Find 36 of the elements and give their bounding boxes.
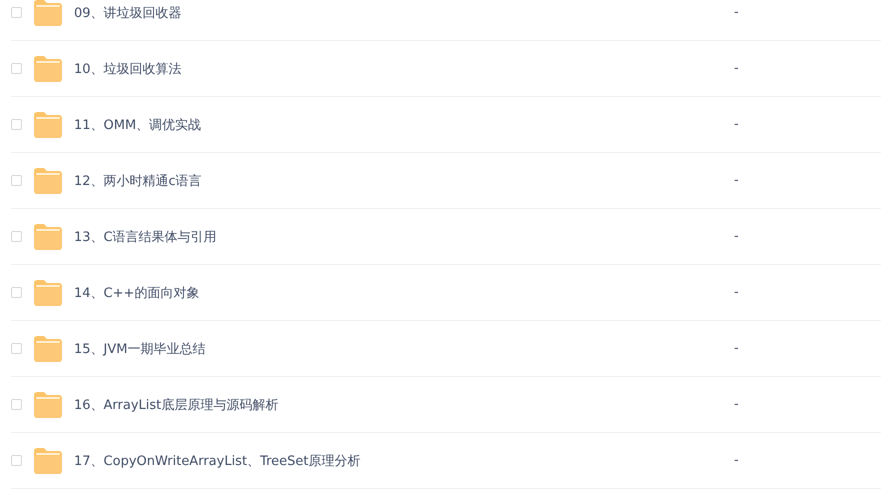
folder-icon bbox=[34, 448, 62, 474]
folder-name[interactable]: 17、CopyOnWriteArrayList、TreeSet原理分析 bbox=[74, 452, 734, 470]
folder-icon bbox=[34, 336, 62, 362]
folder-icon bbox=[34, 56, 62, 82]
folder-icon bbox=[34, 280, 62, 306]
folder-icon bbox=[34, 392, 62, 418]
folder-name[interactable]: 11、OMM、调优实战 bbox=[74, 116, 734, 134]
folder-icon bbox=[34, 168, 62, 194]
folder-name[interactable]: 13、C语言结果体与引用 bbox=[74, 228, 734, 246]
checkbox[interactable] bbox=[11, 231, 22, 242]
file-size: - bbox=[734, 173, 739, 188]
file-size: - bbox=[734, 61, 739, 76]
checkbox[interactable] bbox=[11, 119, 22, 130]
folder-name[interactable]: 14、C++的面向对象 bbox=[74, 284, 734, 302]
folder-name[interactable]: 15、JVM一期毕业总结 bbox=[74, 340, 734, 358]
folder-icon bbox=[34, 224, 62, 250]
folder-name[interactable]: 09、讲垃圾回收器 bbox=[74, 4, 734, 22]
folder-icon bbox=[34, 112, 62, 138]
file-size: - bbox=[734, 341, 739, 356]
file-size: - bbox=[734, 453, 739, 468]
folder-name[interactable]: 12、两小时精通c语言 bbox=[74, 172, 734, 190]
file-size: - bbox=[734, 5, 739, 20]
file-size: - bbox=[734, 397, 739, 412]
checkbox[interactable] bbox=[11, 175, 22, 186]
file-size: - bbox=[734, 285, 739, 300]
folder-name[interactable]: 10、垃圾回收算法 bbox=[74, 60, 734, 78]
checkbox[interactable] bbox=[11, 7, 22, 18]
file-size: - bbox=[734, 117, 739, 132]
folder-name[interactable]: 16、ArrayList底层原理与源码解析 bbox=[74, 396, 734, 414]
checkbox[interactable] bbox=[11, 455, 22, 466]
checkbox[interactable] bbox=[11, 343, 22, 354]
checkbox[interactable] bbox=[11, 63, 22, 74]
file-size: - bbox=[734, 229, 739, 244]
checkbox[interactable] bbox=[11, 399, 22, 410]
checkbox[interactable] bbox=[11, 287, 22, 298]
folder-icon bbox=[34, 0, 62, 26]
